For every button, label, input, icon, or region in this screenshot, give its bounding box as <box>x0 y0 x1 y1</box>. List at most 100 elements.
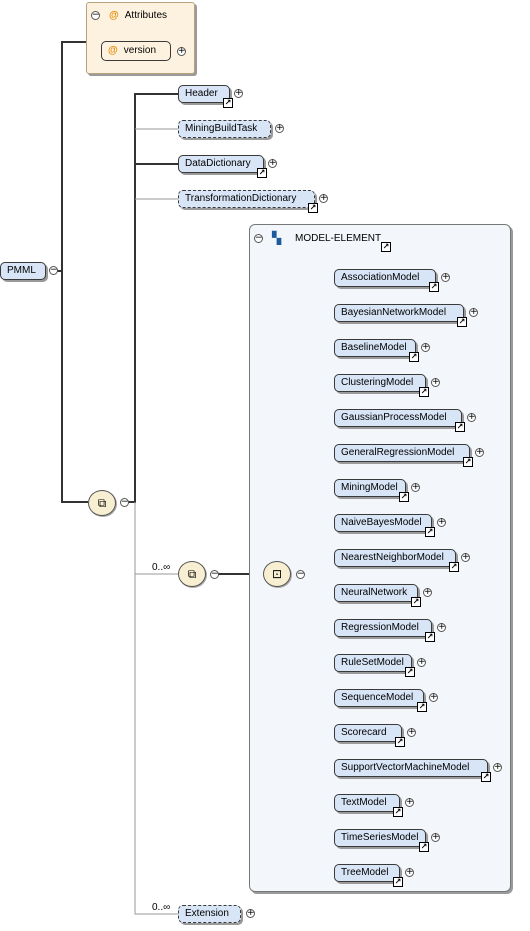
link-arrow-icon[interactable]: ↗ <box>425 527 435 537</box>
link-arrow-icon[interactable]: ↗ <box>457 317 467 327</box>
expand-icon[interactable]: + <box>467 413 476 422</box>
root-element-pmml[interactable]: PMML <box>0 262 46 280</box>
collapse-model-sequence-icon[interactable]: − <box>210 570 219 579</box>
expand-version-icon[interactable]: + <box>177 47 186 56</box>
element-label: MiningBuildTask <box>185 123 258 134</box>
model-neuralnetwork[interactable]: NeuralNetwork <box>334 584 418 602</box>
attribute-label: version <box>123 45 157 56</box>
collapse-sequence-icon[interactable]: − <box>120 498 129 507</box>
expand-icon[interactable]: + <box>461 553 470 562</box>
model-label: SupportVectorMachineModel <box>341 762 470 773</box>
attributes-panel: − @ Attributes @ version + <box>86 2 195 74</box>
model-treemodel[interactable]: TreeModel <box>334 864 400 882</box>
link-arrow-icon[interactable]: ↗ <box>223 98 233 108</box>
model-label: TextModel <box>341 797 387 808</box>
expand-icon[interactable]: + <box>475 448 484 457</box>
model-naivebayesmodel[interactable]: NaiveBayesModel <box>334 514 432 532</box>
link-arrow-icon[interactable]: ↗ <box>405 667 415 677</box>
model-label: MiningModel <box>341 482 398 493</box>
expand-icon[interactable]: + <box>429 693 438 702</box>
collapse-root-icon[interactable]: − <box>49 266 58 275</box>
expand-icon[interactable]: + <box>441 273 450 282</box>
collapse-model-group-icon[interactable]: − <box>254 234 263 243</box>
model-scorecard[interactable]: Scorecard <box>334 724 402 742</box>
expand-icon[interactable]: + <box>493 763 502 772</box>
model-sequencemodel[interactable]: SequenceModel <box>334 689 424 707</box>
sequence-compositor-icon[interactable]: ⧉ <box>88 490 116 516</box>
model-label: TimeSeriesModel <box>341 832 419 843</box>
model-sequence-compositor-icon[interactable]: ⧉ <box>178 561 206 587</box>
choice-compositor-icon[interactable]: ⊡ <box>263 561 291 587</box>
model-label: BayesianNetworkModel <box>341 307 447 318</box>
element-datadictionary[interactable]: DataDictionary <box>178 155 264 173</box>
link-arrow-icon[interactable]: ↗ <box>257 168 267 178</box>
model-rulesetmodel[interactable]: RuleSetModel <box>334 654 412 672</box>
model-timeseriesmodel[interactable]: TimeSeriesModel <box>334 829 426 847</box>
model-label: NearestNeighborModel <box>341 552 444 563</box>
element-transformationdictionary[interactable]: TransformationDictionary <box>178 190 315 208</box>
expand-icon[interactable]: + <box>275 124 284 133</box>
expand-icon[interactable]: + <box>234 89 243 98</box>
model-label: GeneralRegressionModel <box>341 447 455 458</box>
expand-icon[interactable]: + <box>423 588 432 597</box>
element-miningbuildtask[interactable]: MiningBuildTask <box>178 120 271 138</box>
link-arrow-icon[interactable]: ↗ <box>463 457 473 467</box>
model-clusteringmodel[interactable]: ClusteringModel <box>334 374 426 392</box>
expand-icon[interactable]: + <box>431 378 440 387</box>
model-nearestneighbormodel[interactable]: NearestNeighborModel <box>334 549 456 567</box>
link-arrow-icon[interactable]: ↗ <box>425 632 435 642</box>
expand-icon[interactable]: + <box>246 909 255 918</box>
expand-icon[interactable]: + <box>431 833 440 842</box>
model-label: AssociationModel <box>341 272 420 283</box>
model-bayesiannetworkmodel[interactable]: BayesianNetworkModel <box>334 304 464 322</box>
model-label: NeuralNetwork <box>341 587 408 598</box>
model-generalregressionmodel[interactable]: GeneralRegressionModel <box>334 444 470 462</box>
expand-icon[interactable]: + <box>407 728 416 737</box>
expand-icon[interactable]: + <box>417 658 426 667</box>
model-associationmodel[interactable]: AssociationModel <box>334 269 436 287</box>
expand-icon[interactable]: + <box>411 483 420 492</box>
extension-cardinality: 0..∞ <box>152 902 171 913</box>
link-arrow-icon[interactable]: ↗ <box>455 422 465 432</box>
link-arrow-icon[interactable]: ↗ <box>395 737 405 747</box>
link-arrow-icon[interactable]: ↗ <box>393 877 403 887</box>
element-extension[interactable]: Extension <box>178 905 241 923</box>
model-gaussianprocessmodel[interactable]: GaussianProcessModel <box>334 409 462 427</box>
expand-icon[interactable]: + <box>469 308 478 317</box>
link-arrow-icon[interactable]: ↗ <box>381 242 391 252</box>
expand-icon[interactable]: + <box>437 623 446 632</box>
collapse-choice-icon[interactable]: − <box>296 570 305 579</box>
expand-icon[interactable]: + <box>437 518 446 527</box>
link-arrow-icon[interactable]: ↗ <box>399 492 409 502</box>
link-arrow-icon[interactable]: ↗ <box>417 702 427 712</box>
expand-icon[interactable]: + <box>405 868 414 877</box>
link-arrow-icon[interactable]: ↗ <box>419 387 429 397</box>
link-arrow-icon[interactable]: ↗ <box>411 597 421 607</box>
expand-icon[interactable]: + <box>268 159 277 168</box>
model-textmodel[interactable]: TextModel <box>334 794 400 812</box>
model-label: Scorecard <box>341 727 387 738</box>
expand-icon[interactable]: + <box>319 194 328 203</box>
model-regressionmodel[interactable]: RegressionModel <box>334 619 432 637</box>
model-label: RegressionModel <box>341 622 419 633</box>
model-label: RuleSetModel <box>341 657 404 668</box>
link-arrow-icon[interactable]: ↗ <box>393 807 403 817</box>
link-arrow-icon[interactable]: ↗ <box>308 203 318 213</box>
expand-icon[interactable]: + <box>405 798 414 807</box>
link-arrow-icon[interactable]: ↗ <box>409 352 419 362</box>
model-label: SequenceModel <box>341 692 414 703</box>
model-label: NaiveBayesModel <box>341 517 422 528</box>
element-label: TransformationDictionary <box>185 193 297 204</box>
model-label: TreeModel <box>341 867 389 878</box>
link-arrow-icon[interactable]: ↗ <box>419 842 429 852</box>
collapse-attributes-icon[interactable]: − <box>91 11 100 20</box>
expand-icon[interactable]: + <box>421 343 430 352</box>
model-label: GaussianProcessModel <box>341 412 447 423</box>
model-miningmodel[interactable]: MiningModel <box>334 479 406 497</box>
model-supportvectormachinemodel[interactable]: SupportVectorMachineModel <box>334 759 488 777</box>
link-arrow-icon[interactable]: ↗ <box>481 772 491 782</box>
link-arrow-icon[interactable]: ↗ <box>449 562 459 572</box>
model-baselinemodel[interactable]: BaselineModel <box>334 339 416 357</box>
link-arrow-icon[interactable]: ↗ <box>429 282 439 292</box>
attribute-version[interactable]: @ version <box>101 41 171 61</box>
